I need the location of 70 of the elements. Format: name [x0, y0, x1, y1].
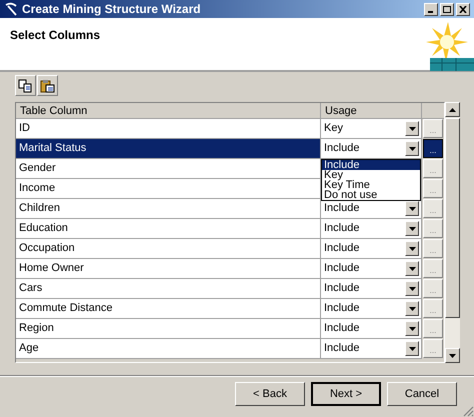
copy-icon	[18, 78, 33, 92]
window-title: Create Mining Structure Wizard	[22, 1, 201, 18]
usage-dropdown[interactable]: Include	[321, 299, 422, 319]
ellipsis-button[interactable]: ...	[423, 139, 443, 158]
dropdown-option[interactable]: Do not use	[322, 190, 420, 200]
copy-button[interactable]	[15, 75, 36, 96]
caret-icon	[408, 146, 416, 150]
caret-icon	[408, 346, 416, 350]
paste-button[interactable]	[37, 75, 58, 96]
scroll-up-button[interactable]	[445, 102, 460, 117]
scroll-thumb[interactable]	[445, 118, 460, 318]
table-cell[interactable]: Home Owner	[16, 259, 321, 279]
column-header[interactable]: Usage	[321, 103, 422, 119]
usage-dropdown[interactable]: Include	[321, 339, 422, 359]
caret-icon	[408, 286, 416, 290]
dropdown-arrow-button[interactable]	[405, 341, 419, 356]
table-cell[interactable]: Occupation	[16, 239, 321, 259]
usage-dropdown[interactable]: Include	[321, 259, 422, 279]
usage-dropdown[interactable]: Include	[321, 139, 422, 159]
dropdown-arrow-button[interactable]	[405, 261, 419, 276]
dropdown-arrow-button[interactable]	[405, 201, 419, 216]
close-button[interactable]	[456, 2, 470, 16]
dropdown-arrow-button[interactable]	[405, 281, 419, 296]
table-cell[interactable]: Commute Distance	[16, 299, 321, 319]
usage-dropdown[interactable]: Include	[321, 279, 422, 299]
dropdown-arrow-button[interactable]	[405, 301, 419, 316]
clipboard-icon	[40, 78, 55, 92]
dropdown-option[interactable]: Include	[322, 160, 420, 170]
dropdown-option[interactable]: Key Time	[322, 180, 420, 190]
usage-dropdown[interactable]: Key	[321, 119, 422, 139]
down-arrow-icon	[449, 354, 456, 358]
table-cell[interactable]: Income	[16, 179, 321, 199]
resize-grip-icon	[462, 405, 474, 417]
caret-icon	[408, 266, 416, 270]
usage-dropdown[interactable]: Include	[321, 239, 422, 259]
pickaxe-icon	[4, 2, 18, 16]
table-cell[interactable]: Gender	[16, 159, 321, 179]
caret-icon	[408, 306, 416, 310]
scroll-down-button[interactable]	[445, 348, 460, 363]
caret-icon	[408, 126, 416, 130]
caret-icon	[408, 326, 416, 330]
up-arrow-icon	[449, 108, 456, 112]
dropdown-arrow-button[interactable]	[405, 141, 419, 156]
wizard-button[interactable]: Next >	[311, 382, 381, 406]
maximize-button[interactable]	[440, 2, 454, 16]
table-cell[interactable]: Children	[16, 199, 321, 219]
dropdown-arrow-button[interactable]	[405, 321, 419, 336]
usage-dropdown[interactable]: Include	[321, 199, 422, 219]
column-header[interactable]: Table Column	[16, 103, 321, 119]
dropdown-arrow-button[interactable]	[405, 221, 419, 236]
maximize-icon	[443, 6, 451, 12]
caret-icon	[408, 246, 416, 250]
caret-icon	[408, 226, 416, 230]
table-cell[interactable]: Education	[16, 219, 321, 239]
dropdown-arrow-button[interactable]	[405, 241, 419, 256]
wizard-button[interactable]: < Back	[235, 382, 305, 406]
caret-icon	[408, 206, 416, 210]
table-cell[interactable]: Marital Status	[16, 139, 321, 159]
wizard-button[interactable]: Cancel	[387, 382, 457, 406]
usage-dropdown[interactable]: Include	[321, 219, 422, 239]
usage-dropdown[interactable]: Include	[321, 319, 422, 339]
dropdown-option[interactable]: Key	[322, 170, 420, 180]
table-cell[interactable]: Age	[16, 339, 321, 359]
page-title: Select Columns	[10, 27, 100, 44]
table-cell[interactable]: ID	[16, 119, 321, 139]
table-cell[interactable]: Cars	[16, 279, 321, 299]
dropdown-arrow-button[interactable]	[405, 121, 419, 136]
minimize-button[interactable]	[424, 2, 438, 16]
close-icon	[459, 6, 467, 12]
table-cell[interactable]: Region	[16, 319, 321, 339]
